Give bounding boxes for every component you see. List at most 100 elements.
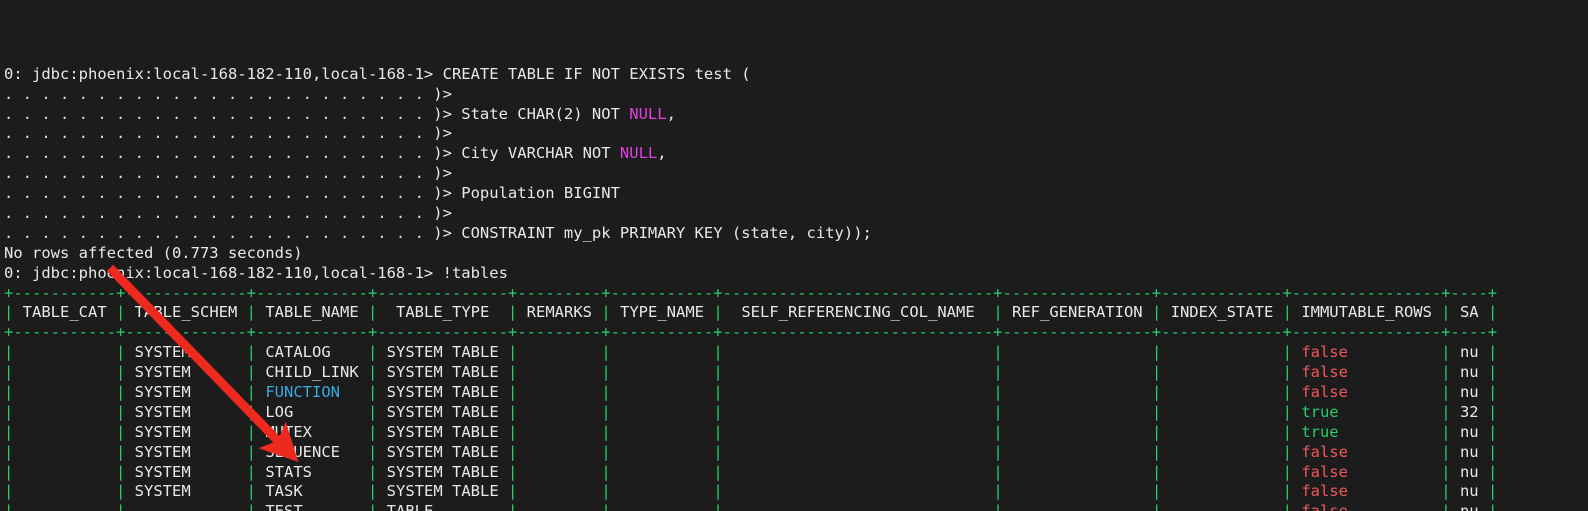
table-cell-self_referencing_col_name: [723, 363, 994, 381]
table-col-separator: |: [1151, 462, 1162, 481]
table-col-separator: |: [1441, 382, 1451, 401]
table-cell-ref_generation: [1003, 443, 1152, 461]
table-col-separator: |: [601, 382, 611, 401]
table-col-separator: |: [1441, 482, 1451, 501]
table-cell-table_cat: [13, 403, 116, 421]
table-cell-table_type: SYSTEM TABLE: [377, 442, 508, 461]
table-col-separator: |: [1282, 442, 1292, 461]
table-cell-immutable_rows: false: [1291, 482, 1442, 501]
table-col-separator: |: [713, 363, 723, 382]
table-cell-self_referencing_col_name: [723, 343, 994, 361]
table-cell-index_state: [1161, 482, 1282, 500]
table-cell-sa: nu: [1450, 382, 1488, 401]
table-row: | | SYSTEM | FUNCTION | SYSTEM TABLE | |…: [4, 383, 1497, 403]
table-cell-self_referencing_col_name: [723, 423, 994, 441]
table-cell-table_name: SEQUENCE: [256, 442, 368, 461]
shell-prompt: 0: jdbc:phoenix:local-168-182-110,local-…: [4, 263, 443, 282]
table-cell-table_schem: SYSTEM: [125, 482, 247, 501]
terminal-line-9: No rows affected (0.773 seconds): [4, 244, 1497, 264]
table-col-separator: |: [601, 482, 611, 501]
table-column-header-table_schem: TABLE_SCHEM: [125, 303, 247, 322]
table-col-separator: |: [246, 382, 257, 401]
table-col-separator: |: [246, 303, 257, 322]
table-cell-table_schem: SYSTEM: [125, 382, 247, 401]
table-col-separator: |: [1441, 402, 1451, 421]
table-cell-type_name: [611, 482, 714, 500]
table-col-separator: |: [1151, 402, 1162, 421]
table-col-separator: |: [116, 303, 126, 322]
table-col-separator: |: [116, 502, 125, 511]
table-cell-type_name: [611, 383, 714, 401]
table-col-separator: |: [4, 363, 14, 382]
table-cell-type_name: [611, 423, 714, 441]
table-col-separator: |: [601, 462, 611, 481]
continuation-marker: )>: [433, 184, 462, 203]
table-column-header-index_state: INDEX_STATE: [1161, 303, 1283, 322]
table-col-separator: |: [1487, 442, 1498, 461]
table-col-separator: |: [116, 462, 126, 481]
table-col-separator: |: [1487, 382, 1498, 401]
table-cell-sa: nu: [1450, 422, 1488, 441]
table-border-top: +-----------+-------------+------------+…: [4, 284, 1497, 304]
table-border-header: +-----------+-------------+------------+…: [4, 323, 1497, 343]
table-col-separator: |: [246, 462, 257, 481]
continuation-marker: )>: [433, 223, 462, 242]
table-column-header-table_type: TABLE_TYPE: [377, 303, 508, 322]
table-cell-ref_generation: [1003, 383, 1152, 401]
table-cell-table_schem: SYSTEM: [125, 363, 247, 382]
table-col-separator: |: [246, 343, 257, 362]
table-cell-remarks: [517, 383, 601, 401]
table-col-separator: |: [1441, 442, 1451, 461]
terminal-line-10: 0: jdbc:phoenix:local-168-182-110,local-…: [4, 264, 1497, 284]
table-col-separator: |: [1487, 303, 1498, 322]
table-col-separator: |: [368, 442, 378, 461]
table-cell-remarks: [517, 463, 601, 481]
table-col-separator: |: [993, 382, 1003, 401]
table-cell-self_referencing_col_name: [723, 482, 994, 500]
table-col-separator: |: [713, 382, 723, 401]
table-cell-table_schem: SYSTEM: [125, 402, 247, 421]
table-cell-sa: nu: [1451, 502, 1488, 511]
sql-text: CONSTRAINT my_pk PRIMARY KEY (state, cit…: [461, 223, 872, 242]
table-col-separator: |: [601, 303, 611, 322]
table-col-separator: |: [601, 343, 611, 362]
table-cell-remarks: [517, 343, 601, 361]
continuation-dots: . . . . . . . . . . . . . . . . . . . . …: [4, 144, 434, 163]
table-cell-table_cat: [13, 383, 116, 401]
table-col-separator: |: [601, 402, 611, 421]
table-col-separator: |: [508, 502, 517, 511]
table-header-row: | TABLE_CAT | TABLE_SCHEM | TABLE_NAME |…: [4, 303, 1497, 323]
table-col-separator: |: [713, 343, 723, 362]
table-cell-table_name: STATS: [256, 462, 368, 481]
table-cell-type_name: [611, 502, 714, 511]
terminal-scrollback: 0: jdbc:phoenix:local-168-182-110,local-…: [4, 65, 1497, 511]
table-cell-ref_generation: [1003, 463, 1152, 481]
sql-keyword: NULL: [619, 144, 658, 163]
table-col-separator: |: [1441, 502, 1450, 511]
terminal-window[interactable]: 0: jdbc:phoenix:local-168-182-110,local-…: [0, 0, 1588, 511]
table-cell-type_name: [611, 443, 714, 461]
table-col-separator: |: [1152, 502, 1161, 511]
table-col-separator: |: [993, 442, 1003, 461]
table-cell-sa: nu: [1450, 363, 1488, 382]
table-column-header-self_referencing_col_name: SELF_REFERENCING_COL_NAME: [722, 303, 994, 322]
table-cell-highlighted: FUNCTION: [256, 382, 368, 401]
table-cell-table_schem: SYSTEM: [125, 422, 247, 441]
continuation-dots: . . . . . . . . . . . . . . . . . . . . …: [4, 124, 434, 143]
continuation-marker: )>: [433, 164, 452, 183]
table-col-separator: |: [368, 482, 378, 501]
table-cell-table_cat: [13, 502, 116, 511]
table-col-separator: |: [1151, 343, 1162, 362]
table-col-separator: |: [1151, 382, 1162, 401]
table-cell-index_state: [1161, 403, 1282, 421]
table-cell-ref_generation: [1003, 423, 1152, 441]
table-cell-sa: nu: [1450, 343, 1488, 362]
table-column-header-type_name: TYPE_NAME: [610, 303, 714, 322]
table-col-separator: |: [993, 402, 1003, 421]
table-cell-immutable_rows: false: [1292, 502, 1441, 511]
table-cell-table_type: SYSTEM TABLE: [377, 462, 508, 481]
table-cell-self_referencing_col_name: [723, 403, 994, 421]
table-col-separator: |: [508, 442, 518, 461]
table-cell-ref_generation: [1003, 482, 1152, 500]
table-cell-index_state: [1161, 423, 1282, 441]
